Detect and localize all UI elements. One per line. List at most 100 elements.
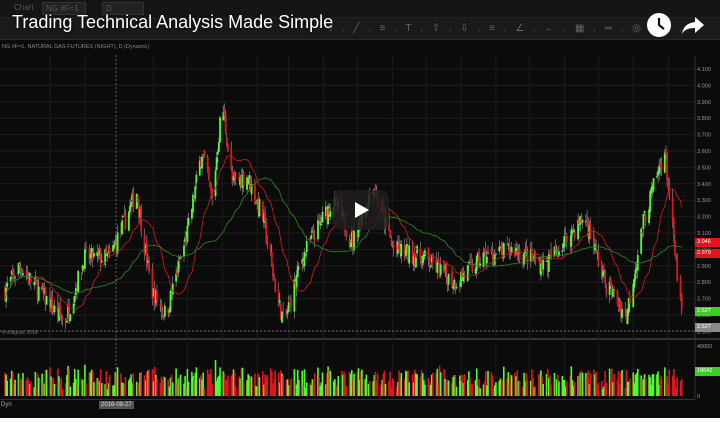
- price-badge: 3.046: [695, 237, 720, 247]
- price-tick-label: 3.100: [697, 231, 711, 237]
- candle: [234, 177, 237, 179]
- candle: [305, 240, 308, 253]
- candle: [633, 278, 636, 288]
- volume-bar: [100, 383, 103, 396]
- volume-bar: [542, 384, 544, 396]
- candle: [561, 250, 564, 252]
- candle: [573, 231, 576, 238]
- candle: [542, 260, 545, 270]
- volume-bar: [353, 373, 355, 396]
- candle: [274, 279, 277, 293]
- candle: [290, 299, 292, 308]
- candle: [136, 195, 139, 203]
- video-title[interactable]: Trading Technical Analysis Made Simple: [12, 12, 333, 33]
- volume-bar: [424, 384, 426, 396]
- volume-bar: [14, 379, 16, 396]
- candle: [526, 254, 529, 265]
- candle: [122, 215, 125, 217]
- candle: [254, 184, 256, 203]
- candle: [288, 298, 291, 300]
- volume-bar: [432, 372, 434, 396]
- candle: [321, 212, 324, 223]
- volume-bar: [361, 369, 363, 396]
- candle: [345, 230, 348, 237]
- candle: [482, 252, 485, 267]
- candle: [641, 232, 644, 234]
- volume-bar: [140, 371, 143, 396]
- candle: [581, 220, 584, 223]
- price-tick-label: 4.100: [697, 67, 711, 73]
- candle: [605, 286, 608, 294]
- candle: [415, 257, 417, 268]
- volume-bar: [116, 367, 119, 396]
- volume-bar: [329, 370, 332, 396]
- candle: [161, 311, 164, 313]
- candle: [649, 191, 652, 212]
- volume-bar: [408, 382, 410, 396]
- play-button[interactable]: [333, 190, 389, 230]
- candle: [408, 245, 411, 264]
- candle: [475, 256, 478, 271]
- candle: [439, 264, 442, 275]
- volume-bar: [463, 374, 466, 396]
- candle: [304, 254, 307, 256]
- candle: [312, 229, 315, 238]
- volume-bar: [439, 372, 442, 396]
- candle: [45, 296, 48, 305]
- video-player[interactable]: Chart NG #F=1 D / . ╱ . ≡ . T . ⇧ . ⇩ . …: [0, 0, 720, 418]
- candle: [37, 286, 40, 301]
- candle: [82, 269, 85, 272]
- candle: [303, 251, 306, 267]
- candle: [565, 234, 568, 243]
- volume-bar: [258, 377, 261, 396]
- volume-bar: [668, 369, 671, 396]
- candle: [227, 145, 229, 151]
- price-tick-label: 2.800: [697, 280, 711, 286]
- volume-bar: [266, 374, 269, 396]
- candle: [61, 317, 64, 321]
- candle: [466, 265, 469, 281]
- candle: [329, 211, 332, 217]
- candle: [597, 250, 600, 266]
- volume-bar: [6, 380, 9, 396]
- volume-bar: [77, 369, 79, 396]
- pane-divider: [0, 338, 720, 340]
- axis-mode-label[interactable]: Dyn: [1, 402, 12, 408]
- candle: [187, 218, 190, 226]
- volume-bar: [242, 382, 245, 396]
- candle: [644, 214, 647, 221]
- volume-bar: [195, 367, 198, 396]
- candle: [642, 214, 645, 230]
- candle: [264, 212, 266, 221]
- volume-bar: [471, 384, 474, 396]
- candle: [320, 223, 323, 225]
- volume-bar: [644, 377, 647, 396]
- candle: [255, 202, 257, 204]
- candle: [676, 258, 679, 281]
- volume-bar: [22, 373, 24, 396]
- candle: [265, 221, 268, 243]
- candle: [225, 137, 228, 147]
- candle: [224, 114, 227, 134]
- price-tick-label: 3.800: [697, 116, 711, 122]
- candle: [675, 255, 677, 260]
- candle: [297, 267, 300, 269]
- volume-bar: [290, 378, 292, 396]
- share-arrow-icon[interactable]: [680, 12, 706, 38]
- price-tick-label: 3.900: [697, 100, 711, 106]
- candle: [656, 176, 658, 178]
- candle: [319, 221, 322, 224]
- volume-bar: [53, 383, 56, 396]
- candle: [178, 258, 181, 263]
- candle: [652, 178, 655, 190]
- volume-bar: [487, 370, 489, 396]
- volume-bar: [400, 373, 403, 396]
- volume-bar: [447, 380, 450, 396]
- volume-bar: [337, 376, 340, 396]
- volume-bar: [605, 382, 608, 396]
- volume-bar: [274, 370, 276, 396]
- candle: [400, 244, 403, 257]
- volume-bar: [629, 378, 631, 396]
- candle: [69, 314, 72, 321]
- watch-later-clock-icon[interactable]: [646, 12, 672, 38]
